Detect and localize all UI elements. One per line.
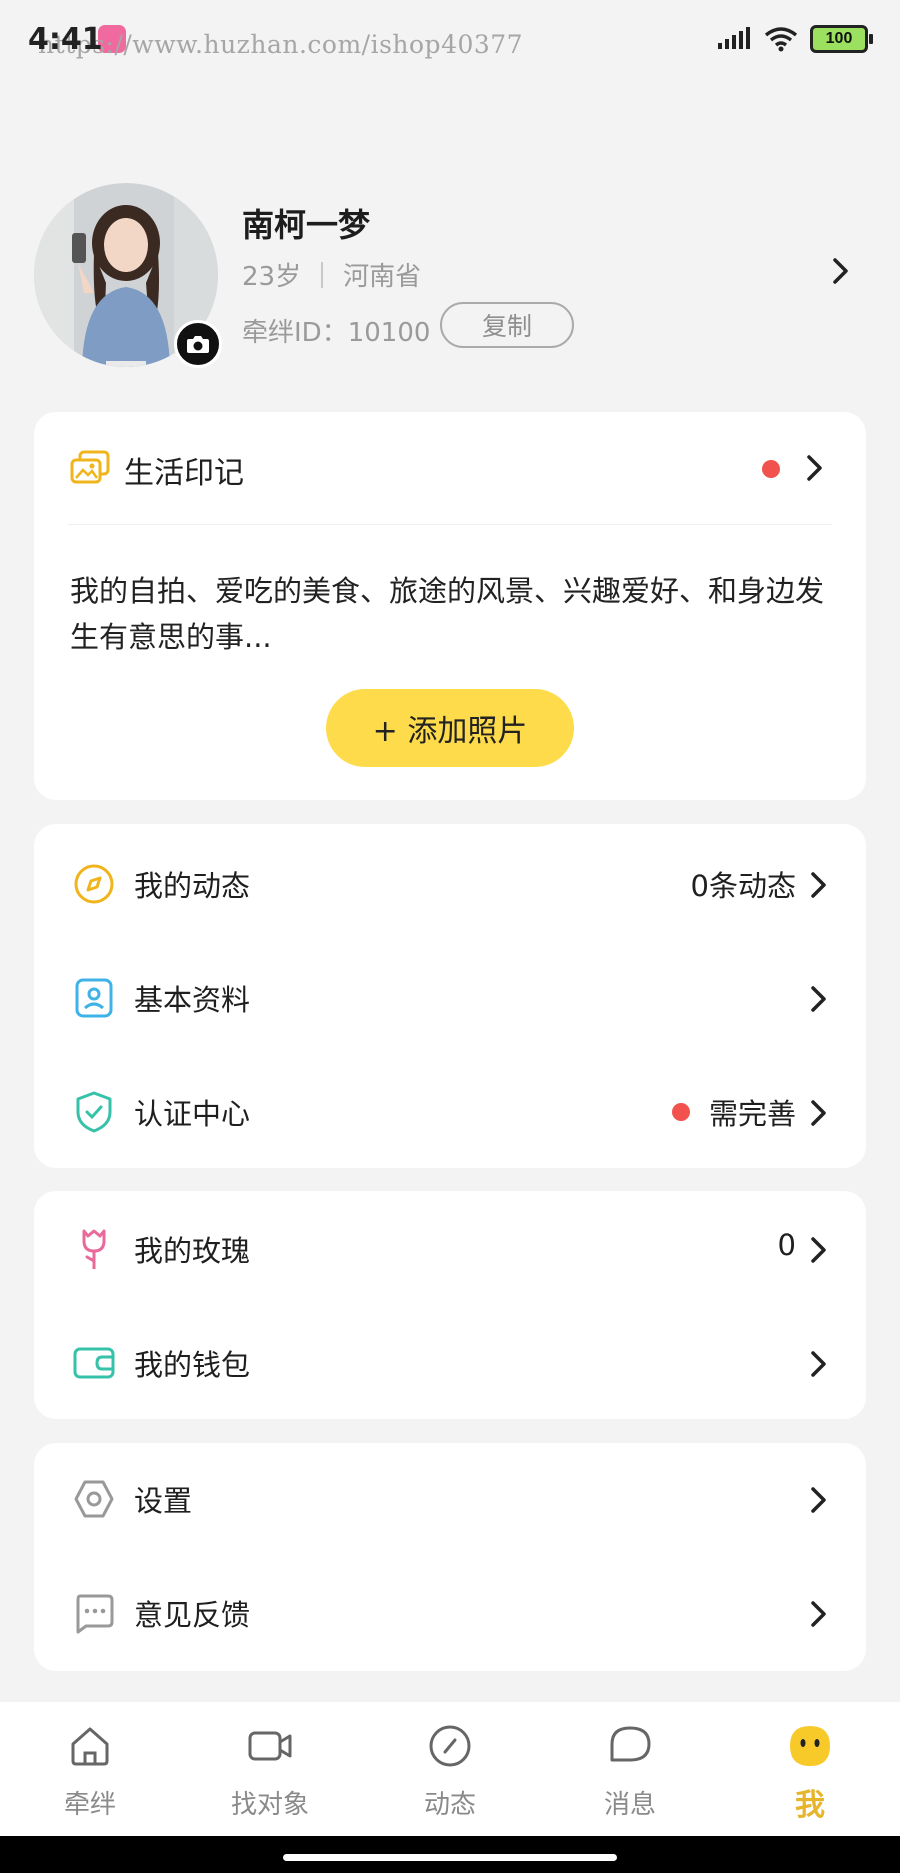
- menu-value: 0条动态: [690, 869, 796, 903]
- tab-label: 找对象: [230, 1790, 309, 1820]
- menu-label: 认证中心: [134, 1097, 251, 1131]
- menu-item-settings[interactable]: 设置: [34, 1449, 866, 1549]
- compass-icon: [429, 1725, 471, 1767]
- smiley-icon: [790, 1726, 830, 1766]
- menu-card-assets: 我的玫瑰 0 我的钱包: [34, 1191, 866, 1419]
- copy-id-button[interactable]: 复制: [440, 302, 574, 348]
- message-icon: [610, 1726, 651, 1762]
- menu-label: 基本资料: [134, 983, 251, 1017]
- bottom-tab-bar: 牵绊 找对象 动态 消息 我: [0, 1702, 900, 1836]
- camera-icon: [187, 336, 209, 353]
- menu-label: 设置: [134, 1484, 193, 1518]
- shield-check-icon: [76, 1091, 112, 1133]
- system-nav-bar: [0, 1836, 900, 1873]
- profile-location: 河南省: [343, 262, 422, 292]
- rose-icon: [82, 1229, 106, 1269]
- feedback-icon: [76, 1594, 114, 1634]
- tab-label: 消息: [603, 1790, 656, 1820]
- chevron-right-icon: [811, 1351, 826, 1377]
- menu-item-verification[interactable]: 认证中心 需完善: [34, 1062, 866, 1162]
- life-record-card: 生活印记 我的自拍、爱吃的美食、旅途的风景、兴趣爱好、和身边发生有意思的事...…: [34, 412, 866, 800]
- divider: [68, 524, 832, 525]
- tab-label: 牵绊: [63, 1790, 116, 1820]
- menu-value: 0: [777, 1228, 796, 1262]
- add-photo-button[interactable]: + 添加照片: [326, 689, 574, 767]
- profile-meta: 23岁 河南省: [242, 256, 421, 293]
- video-camera-icon: [248, 1731, 292, 1761]
- life-record-title: 生活印记: [124, 456, 244, 491]
- tab-messages[interactable]: 消息: [540, 1702, 720, 1836]
- home-indicator[interactable]: [283, 1854, 617, 1861]
- menu-item-my-roses[interactable]: 我的玫瑰 0: [34, 1199, 866, 1299]
- menu-label: 我的钱包: [134, 1348, 251, 1382]
- profile-id: 牵绊ID：10100: [242, 318, 431, 348]
- profile-header[interactable]: 南柯一梦 23岁 河南省 牵绊ID：10100 复制: [0, 180, 900, 370]
- menu-item-my-wallet[interactable]: 我的钱包: [34, 1313, 866, 1413]
- status-icons: 100: [718, 24, 873, 54]
- tab-me[interactable]: 我: [720, 1702, 900, 1836]
- wifi-icon: [764, 27, 798, 52]
- photos-icon: [70, 450, 110, 484]
- menu-card-activity: 我的动态 0条动态 基本资料 认证中心 需完善: [34, 824, 866, 1168]
- meta-divider: [321, 261, 324, 288]
- life-record-description: 我的自拍、爱吃的美食、旅途的风景、兴趣爱好、和身边发生有意思的事...: [70, 574, 825, 654]
- status-bar: https://www.huzhan.com/ishop40377 4:41 1…: [0, 0, 900, 80]
- status-time: 4:41: [28, 22, 103, 57]
- tab-find-match[interactable]: 找对象: [180, 1702, 360, 1836]
- menu-label: 我的动态: [134, 869, 251, 903]
- menu-item-basic-info[interactable]: 基本资料: [34, 948, 866, 1048]
- alert-dot: [672, 1103, 690, 1121]
- life-record-header[interactable]: 生活印记: [34, 412, 866, 524]
- chevron-right-icon: [811, 1237, 826, 1263]
- menu-item-feedback[interactable]: 意见反馈: [34, 1563, 866, 1663]
- change-avatar-button[interactable]: [174, 320, 222, 368]
- chevron-right-icon[interactable]: [830, 256, 852, 286]
- chevron-right-icon: [811, 986, 826, 1012]
- home-icon: [71, 1727, 109, 1766]
- profile-name: 南柯一梦: [242, 206, 371, 244]
- signal-icon: [718, 27, 750, 49]
- chevron-right-icon: [811, 1487, 826, 1513]
- tab-label: 我: [795, 1788, 825, 1823]
- gear-icon: [74, 1480, 114, 1518]
- chevron-right-icon: [811, 1601, 826, 1627]
- profile-age: 23岁: [242, 262, 302, 292]
- battery-icon: 100: [810, 25, 873, 53]
- chevron-right-icon: [807, 455, 822, 481]
- menu-card-system: 设置 意见反馈: [34, 1443, 866, 1671]
- chevron-right-icon: [811, 872, 826, 898]
- new-badge-dot: [762, 460, 780, 478]
- menu-label: 我的玫瑰: [134, 1234, 251, 1268]
- menu-value: 需完善: [708, 1097, 796, 1131]
- battery-level: 100: [825, 30, 853, 47]
- menu-item-my-moments[interactable]: 我的动态 0条动态: [34, 834, 866, 934]
- compass-icon: [74, 864, 114, 904]
- watermark: https://www.huzhan.com/ishop40377: [38, 30, 524, 59]
- tab-label: 动态: [423, 1790, 476, 1820]
- profile-card-icon: [75, 978, 113, 1018]
- chevron-right-icon: [811, 1100, 826, 1126]
- tab-home[interactable]: 牵绊: [0, 1702, 180, 1836]
- wallet-icon: [73, 1347, 115, 1379]
- tab-moments[interactable]: 动态: [360, 1702, 540, 1836]
- menu-label: 意见反馈: [134, 1598, 251, 1632]
